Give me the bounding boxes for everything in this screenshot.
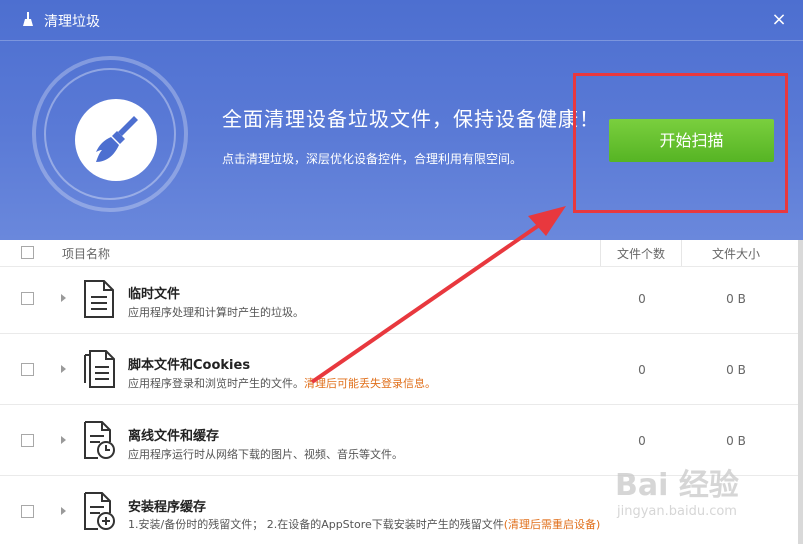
file-count: 0 xyxy=(638,434,646,448)
table-header xyxy=(0,240,803,266)
row-checkbox[interactable] xyxy=(21,505,34,518)
row-checkbox[interactable] xyxy=(21,363,34,376)
document-plus-icon xyxy=(84,492,115,530)
row-title: 临时文件 xyxy=(128,287,181,302)
column-header-name: 项目名称 xyxy=(62,247,111,261)
window-edge xyxy=(798,240,803,544)
column-divider xyxy=(681,240,682,266)
file-size: 0 B xyxy=(726,292,746,306)
row-title: 脚本文件和Cookies xyxy=(128,358,251,373)
close-button[interactable]: × xyxy=(769,10,789,30)
subline: 点击清理垃圾，深层优化设备控件，合理利用有限空间。 xyxy=(222,152,523,166)
file-size: 0 B xyxy=(726,363,746,377)
divider xyxy=(0,40,803,41)
select-all-checkbox[interactable] xyxy=(21,246,34,259)
expand-arrow-icon[interactable] xyxy=(61,507,66,515)
watermark-logo: Bai 经验 xyxy=(615,468,739,503)
row-description: 应用程序处理和计算时产生的垃圾。 xyxy=(128,306,304,319)
row-checkbox[interactable] xyxy=(21,292,34,305)
expand-arrow-icon[interactable] xyxy=(61,365,66,373)
broom-small-icon xyxy=(23,12,33,26)
broom-icon xyxy=(96,116,138,162)
window-title: 清理垃圾 xyxy=(44,14,100,30)
watermark: Bai 经验 jingyan.baidu.com xyxy=(615,460,739,519)
annotation-highlight-box xyxy=(573,73,788,213)
column-header-count: 文件个数 xyxy=(617,247,666,261)
column-header-size: 文件大小 xyxy=(712,247,761,261)
file-size: 0 B xyxy=(726,434,746,448)
column-divider xyxy=(600,240,601,266)
title-bar: 清理垃圾 × xyxy=(0,0,803,40)
row-title: 离线文件和缓存 xyxy=(128,429,220,444)
document-icon xyxy=(84,280,114,318)
watermark-url: jingyan.baidu.com xyxy=(617,504,737,519)
warning-text: 清理后可能丢失登录信息。 xyxy=(304,377,436,390)
expand-arrow-icon[interactable] xyxy=(61,294,66,302)
file-count: 0 xyxy=(638,292,646,306)
documents-stack-icon xyxy=(84,350,115,388)
row-description: 应用程序登录和浏览时产生的文件。清理后可能丢失登录信息。 xyxy=(128,377,436,390)
table-row[interactable] xyxy=(0,334,803,404)
document-clock-icon xyxy=(84,421,115,459)
file-count: 0 xyxy=(638,363,646,377)
row-description: 1.安装/备份时的残留文件； 2.在设备的AppStore下载安装时产生的残留文… xyxy=(128,518,601,531)
row-description: 应用程序运行时从网络下载的图片、视频、音乐等文件。 xyxy=(128,448,403,461)
row-checkbox[interactable] xyxy=(21,434,34,447)
expand-arrow-icon[interactable] xyxy=(61,436,66,444)
warning-text: (清理后需重启设备) xyxy=(503,518,601,531)
table-row[interactable] xyxy=(0,266,803,336)
row-title: 安装程序缓存 xyxy=(128,500,207,515)
headline: 全面清理设备垃圾文件，保持设备健康！ xyxy=(222,107,600,131)
